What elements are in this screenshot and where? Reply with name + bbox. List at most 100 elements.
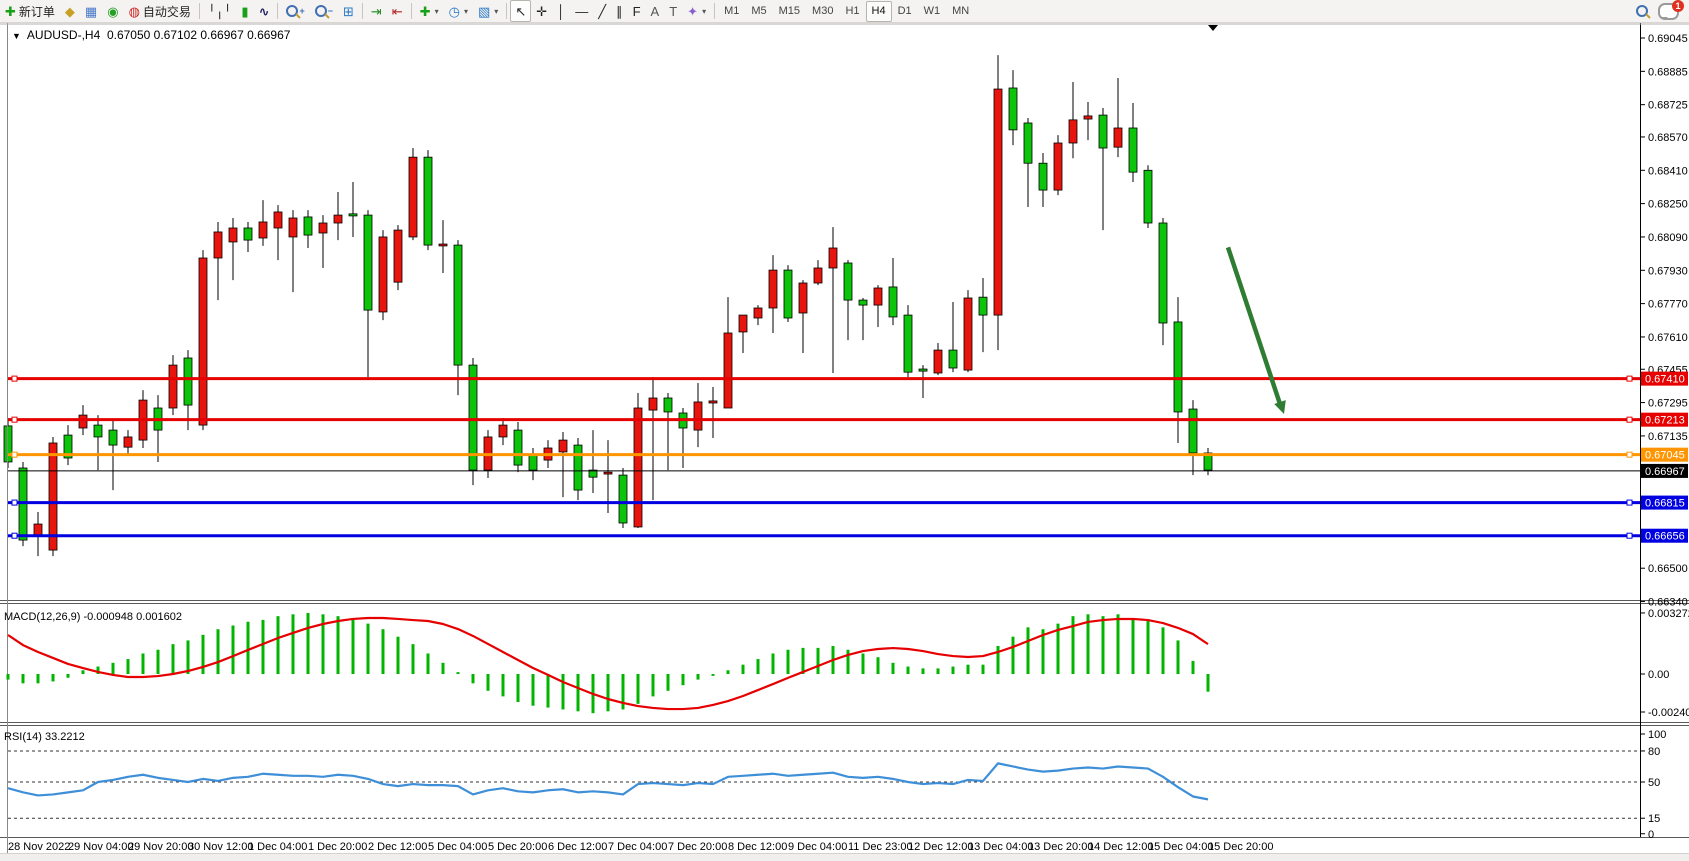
- timeframe-h1[interactable]: H1: [839, 1, 865, 22]
- candle: [1144, 170, 1152, 223]
- text-icon: A: [651, 5, 660, 18]
- autotrade-icon: ◍: [129, 5, 140, 18]
- price-badge-label: 0.67045: [1645, 450, 1685, 462]
- chart-window[interactable]: 0.690450.688850.687250.685700.684100.682…: [0, 23, 1689, 853]
- indicators-button[interactable]: ✚▾: [415, 0, 444, 22]
- time-axis-label: 1 Dec 20:00: [308, 841, 367, 853]
- toolbar-separator: [277, 3, 278, 19]
- candle: [724, 333, 732, 408]
- zoom-out-button[interactable]: −: [310, 0, 338, 22]
- price-badge-label: 0.66967: [1645, 466, 1685, 478]
- candle: [1159, 223, 1167, 323]
- line-chart-button[interactable]: ∿: [254, 0, 275, 22]
- timeframe-w1[interactable]: W1: [918, 1, 947, 22]
- zoom-out-icon: −: [315, 5, 333, 17]
- chart-window-button[interactable]: ▦: [80, 0, 102, 22]
- price-axis-label: 0.68090: [1648, 232, 1688, 244]
- rsi-axis-label: 0: [1648, 829, 1654, 841]
- fibonacci-button[interactable]: F: [628, 0, 646, 22]
- trendline-button[interactable]: ╱: [593, 0, 611, 22]
- timeframe-m5[interactable]: M5: [745, 1, 772, 22]
- toolbar-separator: [362, 3, 363, 19]
- candle: [439, 244, 447, 246]
- candle: [214, 232, 222, 258]
- autotrade-button[interactable]: ◍自动交易: [124, 0, 196, 22]
- tile-windows-button[interactable]: ⊞: [338, 0, 359, 22]
- cursor-button[interactable]: ↖: [510, 0, 531, 22]
- ohlc-values: 0.67050 0.67102 0.66967 0.66967: [107, 28, 291, 42]
- candle: [499, 425, 507, 437]
- search-icon[interactable]: [1636, 5, 1648, 17]
- chart-shift-button[interactable]: ⇤: [387, 0, 408, 22]
- macd-axis-label: -0.002409: [1648, 707, 1689, 719]
- timeframe-d1[interactable]: D1: [892, 1, 918, 22]
- label-button[interactable]: T: [664, 0, 682, 22]
- time-axis-label: 9 Dec 04:00: [788, 841, 847, 853]
- price-axis-label: 0.68410: [1648, 165, 1688, 177]
- channel-button[interactable]: ∥: [611, 0, 628, 22]
- timeframe-mn[interactable]: MN: [946, 1, 975, 22]
- time-axis-label: 29 Nov 04:00: [68, 841, 133, 853]
- time-axis-label: 1 Dec 04:00: [248, 841, 307, 853]
- candle: [319, 223, 327, 233]
- crosshair-button[interactable]: ✛: [531, 0, 552, 22]
- bar-chart-button[interactable]: ╵╷╵: [203, 0, 236, 22]
- candle: [979, 297, 987, 315]
- trendline-icon: ╱: [598, 5, 606, 18]
- zoom-in-button[interactable]: +: [281, 0, 309, 22]
- time-axis-label: 15 Dec 20:00: [1208, 841, 1273, 853]
- hline-button[interactable]: —: [570, 0, 593, 22]
- toolbar-separator: [199, 3, 200, 19]
- new-order-button[interactable]: ✚新订单: [0, 0, 60, 22]
- notification-badge: 1: [1672, 0, 1684, 12]
- crosshair-icon: ✛: [536, 5, 547, 18]
- label-icon: T: [669, 5, 677, 18]
- candle: [109, 430, 117, 445]
- timeframe-m1[interactable]: M1: [718, 1, 745, 22]
- candle: [454, 245, 462, 365]
- candles-icon: ▮: [241, 5, 248, 18]
- candle: [169, 365, 177, 408]
- timeframe-m15[interactable]: M15: [773, 1, 806, 22]
- candle: [1114, 128, 1122, 147]
- rsi-axis-label: 50: [1648, 777, 1660, 789]
- level-handle: [12, 376, 17, 381]
- signals-button[interactable]: ◉: [102, 0, 123, 22]
- text-button[interactable]: A: [646, 0, 665, 22]
- vline-button[interactable]: │: [552, 0, 570, 22]
- candle: [199, 258, 207, 425]
- timeframe-h4[interactable]: H4: [866, 1, 892, 22]
- time-axis-label: 29 Nov 20:00: [128, 841, 193, 853]
- macd-axis-label: 0.00: [1648, 669, 1669, 681]
- price-badge-label: 0.67213: [1645, 415, 1685, 427]
- channel-icon: ∥: [616, 5, 623, 18]
- periods-button[interactable]: ◷▾: [444, 0, 473, 22]
- candle: [784, 270, 792, 318]
- templates-button[interactable]: ▧▾: [473, 0, 503, 22]
- price-axis-label: 0.67610: [1648, 332, 1688, 344]
- cursor-icon: ↖: [515, 5, 526, 18]
- candle: [1099, 115, 1107, 148]
- price-badge-label: 0.66656: [1645, 531, 1685, 543]
- candle: [949, 350, 957, 368]
- candle: [934, 350, 942, 373]
- autotrade-button-label: 自动交易: [143, 3, 191, 20]
- candle-chart-button[interactable]: ▮: [236, 0, 253, 22]
- price-chart[interactable]: 0.690450.688850.687250.685700.684100.682…: [0, 23, 1689, 853]
- auto-scroll-button[interactable]: ⇥: [366, 0, 387, 22]
- timeframe-m30[interactable]: M30: [806, 1, 839, 22]
- candle: [394, 230, 402, 282]
- chat-icon[interactable]: 1: [1658, 3, 1679, 20]
- time-axis-label: 30 Nov 12:00: [188, 841, 253, 853]
- candle: [79, 415, 87, 428]
- candle: [889, 287, 897, 317]
- new-order-button-label: 新订单: [19, 3, 55, 20]
- styler-button[interactable]: ◆: [60, 0, 80, 22]
- shapes-button[interactable]: ✦▾: [682, 0, 711, 22]
- price-axis-label: 0.67135: [1648, 431, 1688, 443]
- candle: [229, 228, 237, 242]
- time-axis-label: 13 Dec 20:00: [1028, 841, 1093, 853]
- time-axis-label: 7 Dec 04:00: [608, 841, 667, 853]
- candle: [1189, 409, 1197, 453]
- time-axis-label: 8 Dec 12:00: [728, 841, 787, 853]
